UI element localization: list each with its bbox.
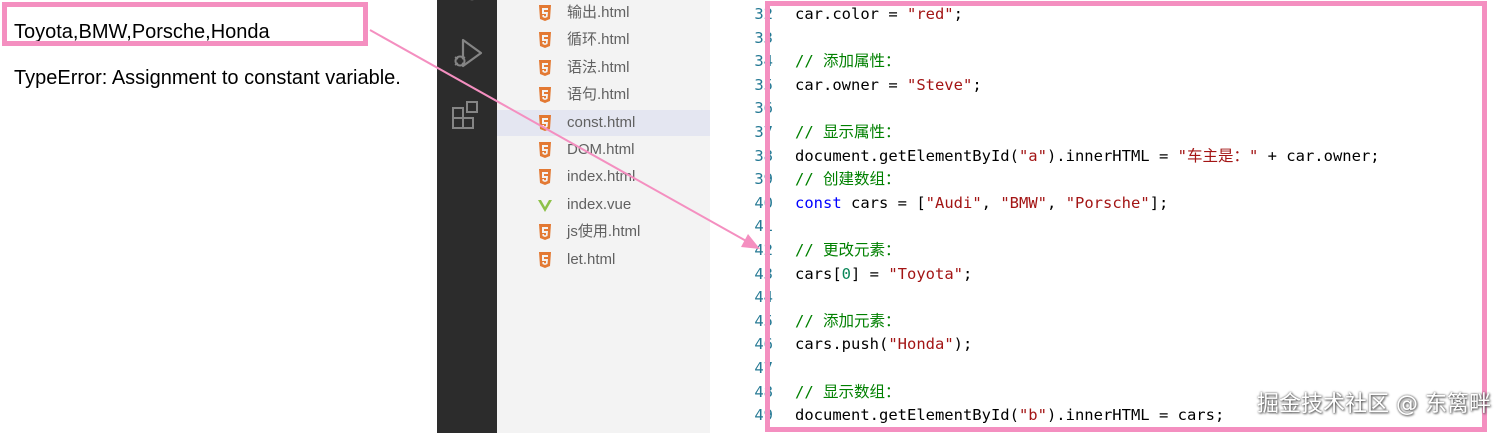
explorer-file-name: let.html [567,250,616,268]
html5-icon [539,169,551,186]
file-explorer: 输出.html 循环.html 语法.html 语句.html const.html DO… [497,0,710,433]
explorer-file-name: index.vue [567,195,632,213]
explorer-file-name: js使用.html [567,223,641,241]
vue-icon [538,199,552,212]
html5-icon [539,224,551,241]
explorer-file-name: const.html [567,113,636,131]
explorer-file-name: 语法.html [567,58,630,76]
activity-bar [437,0,497,433]
explorer-file-item[interactable]: const.html [497,109,710,136]
html5-icon [539,251,551,268]
explorer-file-item[interactable]: js使用.html [497,219,710,245]
html5-icon [539,32,551,49]
code-highlight-box [765,1,1487,432]
explorer-file-item[interactable]: let.html [497,247,710,273]
explorer-file-item[interactable]: 输出.html [497,0,710,26]
explorer-file-name: 循环.html [567,31,630,49]
explorer-file-item[interactable]: 语句.html [497,82,710,108]
browser-output-panel: Toyota,BMW,Porsche,Honda TypeError: Assi… [0,0,437,433]
explorer-file-item[interactable]: 语法.html [497,55,710,81]
output-highlight-box [2,2,368,46]
explorer-file-name: 输出.html [567,4,630,21]
explorer-file-name: DOM.html [567,141,635,158]
html5-icon [539,5,551,21]
html5-icon [539,87,551,104]
html5-icon [539,114,551,131]
explorer-file-item[interactable]: 循环.html [497,27,710,53]
watermark-text: 掘金技术社区 @ 东篱畔 [1257,392,1491,417]
explorer-file-item[interactable]: DOM.html [497,137,710,163]
run-debug-icon[interactable] [450,36,484,70]
extensions-icon[interactable] [450,98,484,132]
explorer-file-name: index.html [567,168,636,186]
explorer-file-item[interactable]: index.html [497,164,710,190]
search-icon[interactable] [450,0,484,12]
html5-icon [539,59,551,76]
explorer-file-name: 语句.html [567,86,630,104]
explorer-file-item[interactable]: index.vue [497,192,710,218]
output-error-text: TypeError: Assignment to constant variab… [14,67,401,89]
html5-icon [539,142,551,158]
